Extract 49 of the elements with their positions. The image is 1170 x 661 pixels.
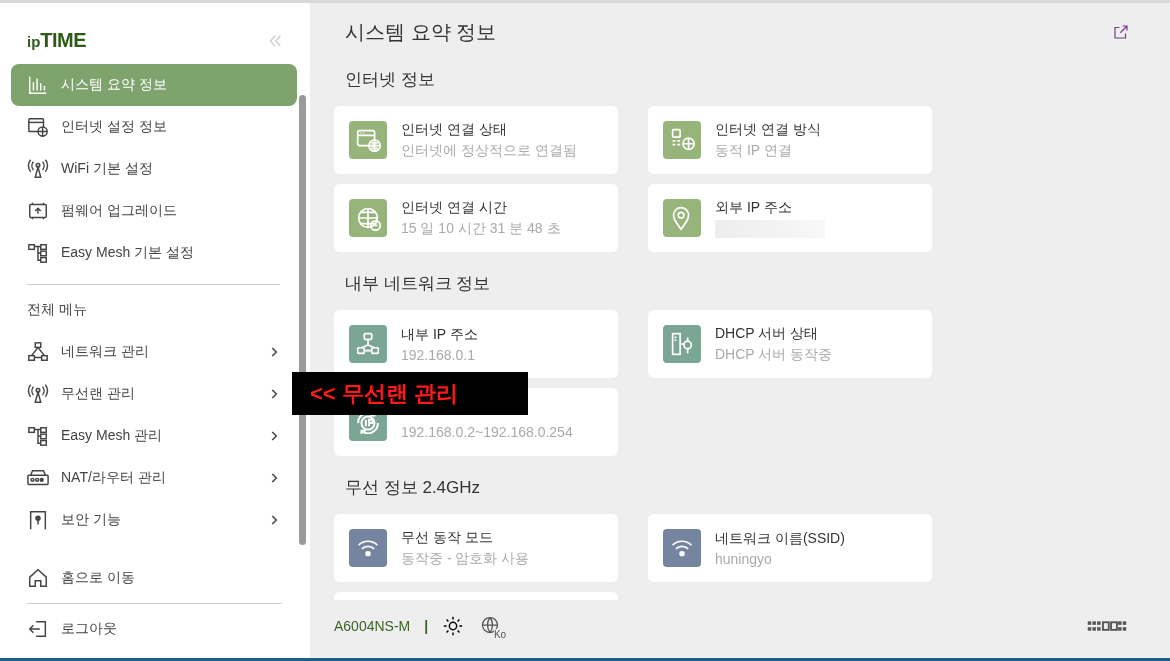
scrollbar-thumb[interactable] [299,95,306,545]
lock-door-icon [27,509,49,531]
card-title: DHCP 서버 상태 [715,324,820,343]
card-value: 동적 IP 연결 [715,141,793,160]
section-title: 무선 정보 2.4GHz [344,477,482,499]
sidebar-item[interactable]: WiFi 기본 설정 [11,148,297,190]
card-title: 네트워크 이름(SSID) [715,529,845,548]
antenna-icon [27,383,49,405]
card-title: 무선 동작 모드 [401,528,494,547]
card-value: 15 일 10 시간 31 분 48 초 [401,219,561,238]
menu-item[interactable]: Easy Mesh 관리 [11,415,297,457]
sidebar-link[interactable]: 로그아웃 [11,608,297,650]
menu-heading: 전체 메뉴 [26,300,88,319]
brightness-icon [442,615,465,637]
mesh-nodes-icon [27,425,49,447]
model-name: A6004NS-M [334,618,411,634]
browser-globe-icon [27,116,49,138]
bar-chart-icon [27,74,49,96]
mesh-nodes-icon [27,242,49,264]
separator: | [424,618,429,634]
card-value: 192.168.0.1 [401,346,476,363]
home-icon [27,567,49,589]
card-title: 인터넷 연결 시간 [401,198,508,217]
menu-item[interactable]: NAT/라우터 관리 [11,457,297,499]
export-icon [1112,23,1130,41]
sidebar-item[interactable]: 펌웨어 업그레이드 [11,190,297,232]
card-value: DHCP 서버 동작중 [715,345,833,364]
logo: ipTIME [27,29,87,52]
card-value: 192.168.0.2~192.168.0.254 [401,423,573,440]
card-title: 인터넷 연결 상태 [401,120,508,139]
card-title: 내부 IP 주소 [401,325,478,344]
network-tree-icon [27,341,49,363]
card-value: 동작중 - 암호화 사용 [401,549,530,568]
menu-item[interactable]: 네트워크 관리 [11,331,297,373]
chip-upload-icon [27,200,49,222]
menu-item[interactable]: 보안 기능 [11,499,297,532]
sidebar-item[interactable]: Easy Mesh 기본 설정 [11,232,297,274]
card-title: 외부 IP 주소 [715,198,793,217]
section-title: 내부 네트워크 정보 [344,273,492,295]
section-title: 인터넷 정보 [344,69,436,91]
page-title: 시스템 요약 정보 [345,19,497,45]
annotation-tooltip: << 무선랜 관리 [292,372,528,415]
card-value: huningyo [715,550,773,567]
sidebar-link[interactable]: 홈으로 이동 [11,557,297,599]
card-value: 인터넷에 정상적으로 연결됨 [401,141,577,160]
logout-icon [27,618,49,640]
sidebar-item[interactable]: 인터넷 설정 정보 [11,106,297,148]
card-title: 인터넷 연결 방식 [715,120,821,139]
antenna-icon [27,158,49,180]
